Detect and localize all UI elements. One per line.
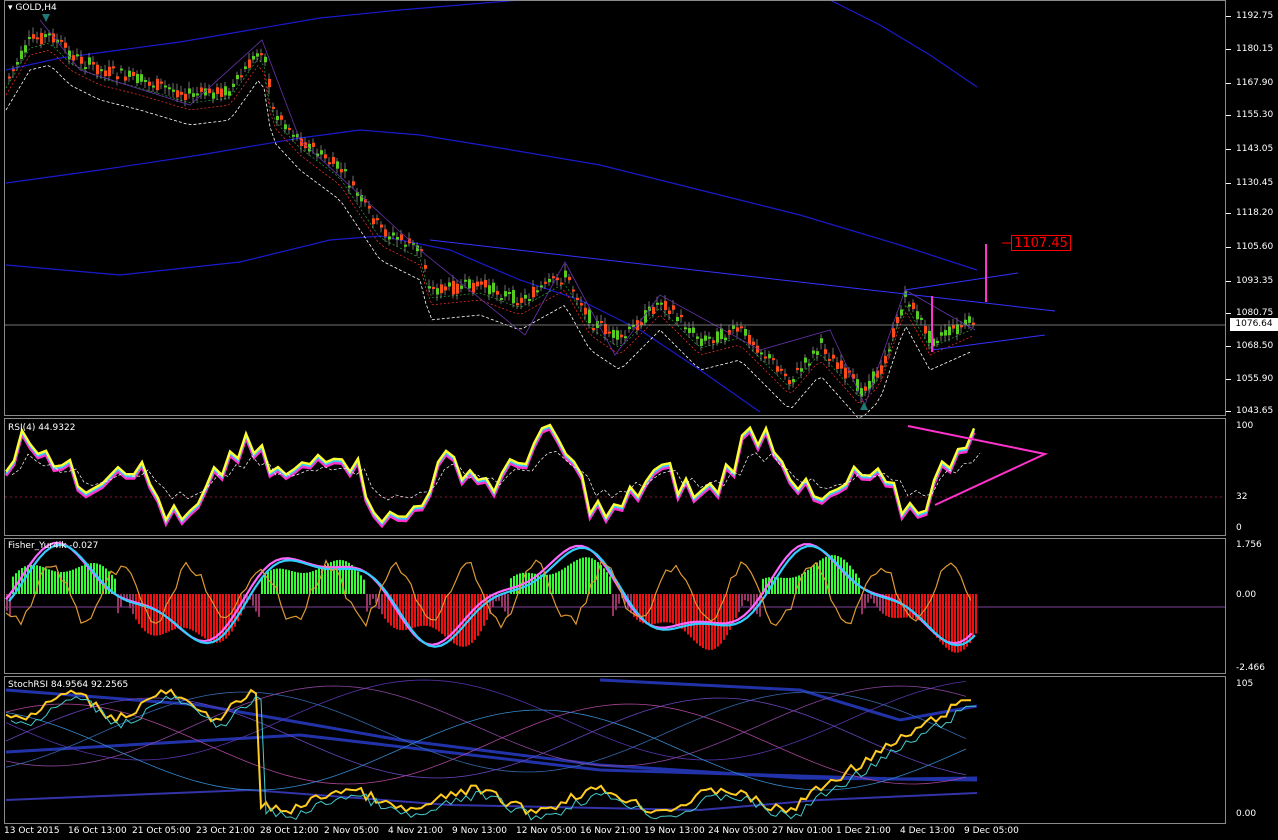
time-tick: 9 Nov 13:00 [452,826,507,836]
price-tick: 1043.65 [1236,406,1274,416]
time-tick: 2 Nov 05:00 [324,826,379,836]
time-tick: 13 Oct 2015 [4,826,60,836]
price-tickmark [1226,83,1231,84]
time-tick: 9 Dec 05:00 [964,826,1019,836]
fisher-tick-mid: 0.00 [1236,590,1257,600]
price-tick: 1093.35 [1236,276,1274,286]
stochrsi-label: StochRSI 84.9564 92.2565 [8,680,129,690]
stochrsi-tick-bottom: 0.00 [1236,809,1257,819]
fisher-label: Fisher_Yur4ik -0.027 [8,541,99,551]
stochrsi-tick-top: 105 [1236,679,1254,689]
time-tick: 4 Nov 21:00 [388,826,443,836]
fisher-tick-bottom: -2.466 [1236,663,1266,673]
price-tick: 1080.75 [1236,308,1274,318]
rsi-pane[interactable] [4,418,1226,536]
price-tick: 1068.50 [1236,341,1274,351]
time-tick: 4 Dec 13:00 [900,826,955,836]
rsi-label: RSI(4) 44.9322 [8,423,76,433]
time-tick: 16 Nov 21:00 [580,826,641,836]
price-tickmark [1226,411,1231,412]
time-tick: 28 Oct 12:00 [260,826,319,836]
price-tick: 1192.75 [1236,11,1274,21]
price-tickmark [1226,281,1231,282]
time-tick: 1 Dec 21:00 [836,826,891,836]
time-tick: 12 Nov 05:00 [516,826,577,836]
current-price-tag: 1076.64 [1230,318,1278,331]
dropdown-triangle-icon[interactable]: ▾ [8,3,13,13]
price-tick: 1155.30 [1236,110,1274,120]
time-tick: 24 Nov 05:00 [708,826,769,836]
time-tick: 23 Oct 21:00 [196,826,255,836]
fisher-tick-top: 1.756 [1236,540,1262,550]
price-tickmark [1226,115,1231,116]
rsi-tick-mid: 32 [1236,492,1248,502]
time-tick: 27 Nov 01:00 [772,826,833,836]
price-tick: 1167.90 [1236,78,1274,88]
price-tickmark [1226,16,1231,17]
price-tickmark [1226,313,1231,314]
price-tick: 1143.05 [1236,144,1274,154]
price-tick: 1055.90 [1236,374,1274,384]
fisher-pane[interactable] [4,538,1226,674]
stochrsi-pane[interactable] [4,676,1226,824]
alert-price-label[interactable]: 1107.45 [1011,235,1071,251]
price-tick: 1105.60 [1236,242,1274,252]
price-tick: 1118.20 [1236,208,1274,218]
price-pane[interactable] [4,0,1226,416]
price-tickmark [1226,213,1231,214]
symbol-label: ▾ GOLD,H4 [8,3,57,13]
rsi-tick-bottom: 0 [1236,523,1242,533]
price-tickmark [1226,247,1231,248]
price-tick: 1180.15 [1236,44,1274,54]
price-tickmark [1226,183,1231,184]
price-tickmark [1226,379,1231,380]
price-tickmark [1226,149,1231,150]
time-tick: 16 Oct 13:00 [68,826,127,836]
price-tickmark [1226,346,1231,347]
time-tick: 21 Oct 05:00 [132,826,191,836]
time-tick: 19 Nov 13:00 [644,826,705,836]
price-tickmark [1226,49,1231,50]
price-tick: 1130.45 [1236,178,1274,188]
rsi-tick-top: 100 [1236,421,1254,431]
